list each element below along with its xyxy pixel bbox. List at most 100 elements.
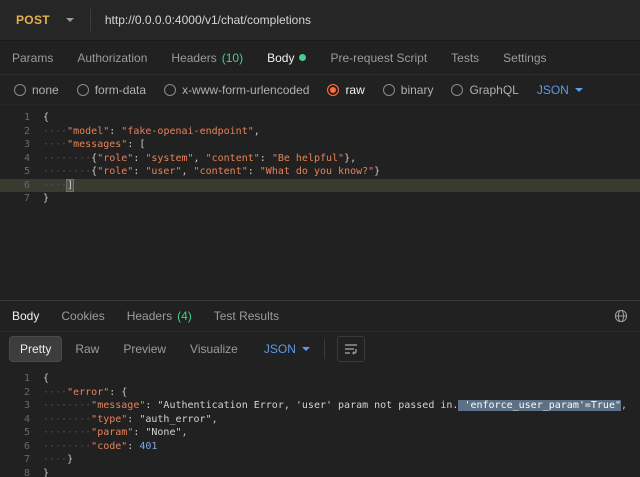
- code-line[interactable]: 8}: [0, 467, 640, 477]
- code-token: ]: [67, 180, 73, 191]
- radio-icon: [383, 84, 395, 96]
- tab-label: Cookies: [61, 309, 104, 323]
- globe-icon[interactable]: [614, 309, 628, 323]
- radio-icon: [77, 84, 89, 96]
- code-token: "Be helpful": [272, 153, 344, 164]
- code-text: ····]: [43, 179, 73, 193]
- code-line[interactable]: 5········"param": "None",: [0, 426, 640, 440]
- code-text: ········"type": "auth_error",: [43, 413, 218, 427]
- chevron-down-icon: [66, 18, 74, 22]
- code-line[interactable]: 7····}: [0, 453, 640, 467]
- response-tab-body[interactable]: Body: [12, 309, 39, 323]
- response-language-dropdown[interactable]: JSON: [264, 342, 310, 356]
- response-tabs: Body Cookies Headers (4) Test Results: [12, 309, 279, 323]
- wrap-text-icon[interactable]: [337, 336, 365, 362]
- code-token: "messages": [67, 139, 127, 150]
- line-number: 2: [0, 125, 43, 139]
- tab-tests[interactable]: Tests: [451, 51, 479, 65]
- code-token: "content": [194, 166, 248, 177]
- code-token: }: [43, 468, 49, 477]
- code-token: }: [43, 193, 49, 204]
- code-token: "model": [67, 126, 109, 137]
- code-line[interactable]: 5········{"role": "user", "content": "Wh…: [0, 165, 640, 179]
- line-number: 7: [0, 453, 43, 467]
- code-token: :: [127, 139, 139, 150]
- line-number: 6: [0, 179, 43, 193]
- code-line[interactable]: 1{: [0, 111, 640, 125]
- code-token: ····: [43, 454, 67, 465]
- url-input[interactable]: http://0.0.0.0:4000/v1/chat/completions: [105, 13, 311, 27]
- code-text: ····"messages": [: [43, 138, 145, 152]
- code-text: ····}: [43, 453, 73, 467]
- tab-count: (4): [177, 309, 192, 323]
- view-raw[interactable]: Raw: [65, 337, 109, 361]
- code-token: ····: [43, 126, 67, 137]
- method-label: POST: [16, 13, 50, 27]
- code-text: ········"param": "None",: [43, 426, 188, 440]
- method-dropdown[interactable]: POST: [0, 0, 90, 40]
- request-body-editor[interactable]: 1{2····"model": "fake-openai-endpoint",3…: [0, 105, 640, 300]
- tab-params[interactable]: Params: [12, 51, 53, 65]
- code-token: "error": [67, 387, 109, 398]
- view-visualize[interactable]: Visualize: [180, 337, 248, 361]
- view-preview[interactable]: Preview: [113, 337, 176, 361]
- tab-settings[interactable]: Settings: [503, 51, 546, 65]
- code-token: :: [248, 166, 260, 177]
- response-tab-test-results[interactable]: Test Results: [214, 309, 279, 323]
- tab-label: Body: [267, 51, 294, 65]
- tab-label: Settings: [503, 51, 546, 65]
- body-type-raw[interactable]: raw: [327, 83, 364, 97]
- body-type-x-www-form-urlencoded[interactable]: x-www-form-urlencoded: [164, 83, 309, 97]
- code-token: {: [43, 373, 49, 384]
- request-language-dropdown[interactable]: JSON: [537, 83, 583, 97]
- code-line[interactable]: 1{: [0, 372, 640, 386]
- response-tab-cookies[interactable]: Cookies: [61, 309, 104, 323]
- view-pretty[interactable]: Pretty: [10, 337, 61, 361]
- radio-icon: [451, 84, 463, 96]
- code-line[interactable]: 2····"error": {: [0, 386, 640, 400]
- body-type-none[interactable]: none: [14, 83, 59, 97]
- response-tab-headers[interactable]: Headers (4): [127, 309, 192, 323]
- body-type-binary[interactable]: binary: [383, 83, 434, 97]
- code-line[interactable]: 4········"type": "auth_error",: [0, 413, 640, 427]
- radio-label: form-data: [95, 83, 146, 97]
- line-number: 8: [0, 467, 43, 477]
- code-line[interactable]: 6····]: [0, 179, 640, 193]
- tab-pre-request-script[interactable]: Pre-request Script: [330, 51, 427, 65]
- response-view-switcher: PrettyRawPreviewVisualize: [10, 337, 248, 361]
- code-line[interactable]: 6········"code": 401: [0, 440, 640, 454]
- radio-label: binary: [401, 83, 434, 97]
- response-body-editor[interactable]: 1{2····"error": {3········"message": "Au…: [0, 366, 640, 477]
- code-token: : {: [109, 387, 127, 398]
- body-type-graphql[interactable]: GraphQL: [451, 83, 518, 97]
- radio-icon: [14, 84, 26, 96]
- code-token: ········: [43, 153, 91, 164]
- code-line[interactable]: 3····"messages": [: [0, 138, 640, 152]
- code-text: ········"message": "Authentication Error…: [43, 399, 627, 413]
- tab-authorization[interactable]: Authorization: [77, 51, 147, 65]
- tab-headers[interactable]: Headers(10): [171, 51, 243, 65]
- code-line[interactable]: 4········{"role": "system", "content": "…: [0, 152, 640, 166]
- code-token: "param": [91, 427, 133, 438]
- radio-icon: [327, 84, 339, 96]
- body-type-form-data[interactable]: form-data: [77, 83, 146, 97]
- selected-text: 'enforce_user_param'=True": [458, 400, 621, 411]
- code-token: "fake-openai-endpoint": [121, 126, 253, 137]
- code-text: {: [43, 372, 49, 386]
- code-token: :: [145, 400, 157, 411]
- code-token: :: [133, 427, 145, 438]
- code-token: ,: [182, 427, 188, 438]
- code-token: ,: [212, 414, 218, 425]
- line-number: 1: [0, 111, 43, 125]
- tab-label: Headers: [127, 309, 172, 323]
- line-number: 6: [0, 440, 43, 454]
- code-line[interactable]: 2····"model": "fake-openai-endpoint",: [0, 125, 640, 139]
- code-token: ,: [182, 166, 194, 177]
- code-line[interactable]: 7}: [0, 192, 640, 206]
- radio-label: raw: [345, 83, 364, 97]
- tab-body[interactable]: Body: [267, 51, 306, 65]
- tab-count: (10): [222, 51, 243, 65]
- green-dot-icon: [299, 54, 306, 61]
- line-number: 2: [0, 386, 43, 400]
- code-line[interactable]: 3········"message": "Authentication Erro…: [0, 399, 640, 413]
